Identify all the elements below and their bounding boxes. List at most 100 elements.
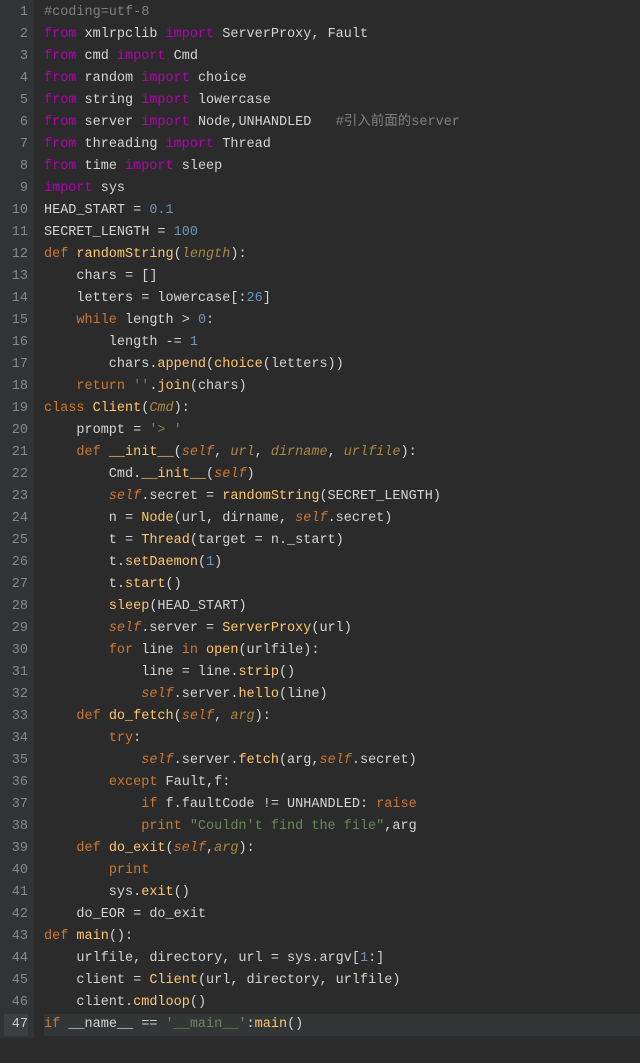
code-line[interactable]: import sys bbox=[44, 178, 640, 200]
token: ( bbox=[198, 555, 206, 570]
token: self bbox=[109, 489, 141, 504]
line-number: 26 bbox=[4, 552, 28, 574]
line-number: 1 bbox=[4, 2, 28, 24]
code-line[interactable]: chars.append(choice(letters)) bbox=[44, 354, 640, 376]
code-line[interactable]: n = Node(url, dirname, self.secret) bbox=[44, 508, 640, 530]
code-line[interactable]: return ''.join(chars) bbox=[44, 376, 640, 398]
token: (target = n._start) bbox=[190, 533, 344, 548]
token bbox=[44, 687, 141, 702]
token: '> ' bbox=[149, 423, 181, 438]
token: import bbox=[141, 93, 198, 108]
token: (HEAD_START) bbox=[149, 599, 246, 614]
token: __init__ bbox=[141, 467, 206, 482]
code-line[interactable]: length -= 1 bbox=[44, 332, 640, 354]
token: self bbox=[214, 467, 246, 482]
code-line[interactable]: #coding=utf-8 bbox=[44, 2, 640, 24]
code-line[interactable]: do_EOR = do_exit bbox=[44, 904, 640, 926]
line-number: 13 bbox=[4, 266, 28, 288]
code-line[interactable]: Cmd.__init__(self) bbox=[44, 464, 640, 486]
code-line[interactable]: SECRET_LENGTH = 100 bbox=[44, 222, 640, 244]
token: random bbox=[85, 71, 142, 86]
code-line[interactable]: self.server.hello(line) bbox=[44, 684, 640, 706]
code-line[interactable]: t = Thread(target = n._start) bbox=[44, 530, 640, 552]
code-line[interactable]: def main(): bbox=[44, 926, 640, 948]
code-line[interactable]: t.setDaemon(1) bbox=[44, 552, 640, 574]
line-number: 19 bbox=[4, 398, 28, 420]
code-line[interactable]: class Client(Cmd): bbox=[44, 398, 640, 420]
code-line[interactable]: HEAD_START = 0.1 bbox=[44, 200, 640, 222]
token: (arg, bbox=[279, 753, 320, 768]
line-number: 18 bbox=[4, 376, 28, 398]
code-line[interactable]: urlfile, directory, url = sys.argv[1:] bbox=[44, 948, 640, 970]
token bbox=[44, 643, 109, 658]
code-line[interactable]: print "Couldn't find the file",arg bbox=[44, 816, 640, 838]
token: from bbox=[44, 137, 85, 152]
code-line[interactable]: from xmlrpclib import ServerProxy, Fault bbox=[44, 24, 640, 46]
code-line[interactable]: line = line.strip() bbox=[44, 662, 640, 684]
code-line[interactable]: def randomString(length): bbox=[44, 244, 640, 266]
token: strip bbox=[238, 665, 279, 680]
code-area[interactable]: #coding=utf-8from xmlrpclib import Serve… bbox=[34, 0, 640, 1038]
code-line[interactable]: sleep(HEAD_START) bbox=[44, 596, 640, 618]
token: :] bbox=[368, 951, 384, 966]
code-line[interactable]: print bbox=[44, 860, 640, 882]
code-line[interactable]: from string import lowercase bbox=[44, 90, 640, 112]
code-line[interactable]: def do_exit(self,arg): bbox=[44, 838, 640, 860]
code-line[interactable]: from threading import Thread bbox=[44, 134, 640, 156]
token: open bbox=[206, 643, 238, 658]
code-line[interactable]: while length > 0: bbox=[44, 310, 640, 332]
token: start bbox=[125, 577, 166, 592]
code-editor[interactable]: 1234567891011121314151617181920212223242… bbox=[0, 0, 640, 1038]
token: length bbox=[182, 247, 231, 262]
code-line[interactable]: chars = [] bbox=[44, 266, 640, 288]
token: do_fetch bbox=[109, 709, 174, 724]
token: randomString bbox=[76, 247, 173, 262]
line-number: 16 bbox=[4, 332, 28, 354]
token bbox=[44, 621, 109, 636]
token: threading bbox=[85, 137, 166, 152]
token bbox=[44, 819, 141, 834]
token: '' bbox=[133, 379, 149, 394]
line-number: 9 bbox=[4, 178, 28, 200]
code-line[interactable]: from random import choice bbox=[44, 68, 640, 90]
code-line[interactable]: self.server = ServerProxy(url) bbox=[44, 618, 640, 640]
token: import bbox=[141, 115, 198, 130]
token bbox=[44, 775, 109, 790]
token: ): bbox=[238, 841, 254, 856]
code-line[interactable]: from cmd import Cmd bbox=[44, 46, 640, 68]
token: except bbox=[109, 775, 166, 790]
token: for bbox=[109, 643, 141, 658]
code-line[interactable]: sys.exit() bbox=[44, 882, 640, 904]
code-line[interactable]: prompt = '> ' bbox=[44, 420, 640, 442]
code-line[interactable]: client.cmdloop() bbox=[44, 992, 640, 1014]
token: from bbox=[44, 93, 85, 108]
token bbox=[44, 379, 76, 394]
token: from bbox=[44, 27, 85, 42]
line-number: 41 bbox=[4, 882, 28, 904]
line-number: 36 bbox=[4, 772, 28, 794]
code-line[interactable]: from server import Node,UNHANDLED #引入前面的… bbox=[44, 112, 640, 134]
code-line[interactable]: def do_fetch(self, arg): bbox=[44, 706, 640, 728]
token: line bbox=[141, 643, 182, 658]
token: 0.1 bbox=[149, 203, 173, 218]
code-line[interactable]: if f.faultCode != UNHANDLED: raise bbox=[44, 794, 640, 816]
code-line[interactable]: t.start() bbox=[44, 574, 640, 596]
token: from bbox=[44, 71, 85, 86]
code-line[interactable]: if __name__ == '__main__':main() bbox=[44, 1014, 640, 1036]
code-line[interactable]: for line in open(urlfile): bbox=[44, 640, 640, 662]
code-line[interactable]: except Fault,f: bbox=[44, 772, 640, 794]
code-line[interactable]: def __init__(self, url, dirname, urlfile… bbox=[44, 442, 640, 464]
token: import bbox=[141, 71, 198, 86]
token: self bbox=[109, 621, 141, 636]
token: (letters)) bbox=[263, 357, 344, 372]
line-number: 39 bbox=[4, 838, 28, 860]
code-line[interactable]: self.server.fetch(arg,self.secret) bbox=[44, 750, 640, 772]
token: Fault,f: bbox=[166, 775, 231, 790]
code-line[interactable]: try: bbox=[44, 728, 640, 750]
token: import bbox=[44, 181, 101, 196]
code-line[interactable]: letters = lowercase[:26] bbox=[44, 288, 640, 310]
code-line[interactable]: self.secret = randomString(SECRET_LENGTH… bbox=[44, 486, 640, 508]
code-line[interactable]: client = Client(url, directory, urlfile) bbox=[44, 970, 640, 992]
token: ): bbox=[401, 445, 417, 460]
code-line[interactable]: from time import sleep bbox=[44, 156, 640, 178]
